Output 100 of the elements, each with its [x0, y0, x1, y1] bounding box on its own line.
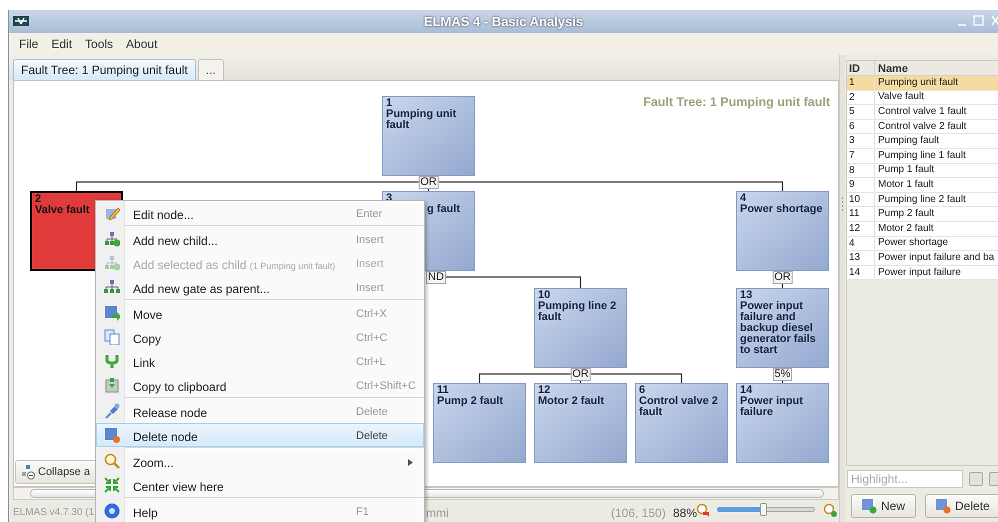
zoom-in-icon[interactable]: [823, 503, 838, 518]
menu-item[interactable]: Help F1: [96, 499, 424, 522]
table-row[interactable]: 10 Pumping line 2 fault: [847, 192, 998, 208]
shortcut-text: Delete: [356, 405, 388, 420]
tab[interactable]: ...: [198, 59, 224, 80]
table-cell: 5: [847, 105, 875, 119]
toggle-button[interactable]: [969, 472, 983, 486]
hierarchy-icon: [104, 279, 120, 295]
table-cell: 14: [847, 266, 875, 280]
menu-item[interactable]: Tools: [85, 35, 114, 53]
shortcut-text: Ctrl+C: [356, 331, 388, 346]
table-row[interactable]: 3 Pumping fault: [847, 134, 998, 149]
table-row[interactable]: 6 Control valve 2 fault: [847, 120, 998, 134]
zoom-slider[interactable]: [717, 503, 815, 519]
menu-item[interactable]: Move Ctrl+X: [96, 301, 424, 325]
menu-item[interactable]: About: [126, 35, 158, 53]
table-cell: 2: [847, 90, 875, 104]
link-icon: [104, 353, 120, 369]
column-header[interactable]: Name: [875, 61, 908, 75]
gate-label: ND: [426, 271, 446, 284]
menu-item[interactable]: Copy Ctrl+C: [96, 325, 424, 349]
collapse-icon: [22, 464, 35, 480]
tree-node[interactable]: 10 Pumping line 2 fault: [534, 288, 627, 368]
table-cell-text: Pumping fault: [877, 134, 940, 148]
pencil-icon: [104, 205, 120, 221]
tree-node[interactable]: 4 Power shortage: [736, 191, 829, 271]
table-cell-text: Power shortage: [877, 236, 948, 250]
table-row[interactable]: 4 Power shortage: [847, 236, 998, 252]
table-row[interactable]: 8 Pump 1 fault: [847, 164, 998, 178]
menu-item[interactable]: Copy to clipboard Ctrl+Shift+C: [96, 373, 424, 397]
table-cell: 6: [847, 120, 875, 134]
table-cell: 12: [847, 222, 875, 236]
table-row[interactable]: 14 Power input failure: [847, 266, 998, 280]
gate-label: OR: [570, 368, 591, 381]
tree-node[interactable]: 11 Pump 2 fault: [433, 383, 526, 463]
tree-node[interactable]: 1 Pumping unit fault: [382, 96, 475, 176]
gate-label: OR: [418, 176, 439, 189]
tree-node[interactable]: 13 Power input failure and backup diesel generator fails to start: [736, 288, 829, 368]
table-row[interactable]: 7 Pumping line 1 fault: [847, 148, 998, 164]
shortcut-text: Delete: [356, 429, 388, 444]
window-title: ELMAS 4 - Basic Analysis: [424, 14, 584, 29]
menu-item[interactable]: Zoom...: [96, 449, 424, 473]
table-cell-text: Power input failure and ba: [877, 250, 994, 265]
search-icon: [104, 453, 120, 469]
menu-item[interactable]: Release node Delete: [96, 399, 424, 423]
table-cell: 4: [847, 236, 875, 250]
table-cell-text: Pumping line 2 fault: [877, 192, 966, 207]
menu-item[interactable]: Delete node Delete: [96, 423, 424, 447]
table-cell-text: Pumping line 1 fault: [877, 148, 966, 163]
add-icon: [862, 498, 877, 514]
table-cell: 11: [847, 207, 875, 221]
zoom-percent: 88%: [673, 505, 698, 522]
table-row[interactable]: 11 Pump 2 fault: [847, 207, 998, 222]
table-row[interactable]: 9 Motor 1 fault: [847, 178, 998, 193]
tab[interactable]: Fault Tree: 1 Pumping unit fault: [13, 59, 196, 80]
table-cell: 8: [847, 164, 875, 178]
button[interactable]: Delete: [925, 494, 998, 518]
table-cell: 7: [847, 148, 875, 163]
table-row[interactable]: 2 Valve fault: [847, 90, 998, 106]
table-cell-text: Control valve 1 fault: [877, 104, 966, 119]
shortcut-text: Enter: [356, 207, 382, 222]
table-row[interactable]: 12 Motor 2 fault: [847, 222, 998, 237]
menu-item[interactable]: Add new gate as parent... Insert: [96, 275, 424, 299]
app-icon: [13, 16, 29, 26]
arrows-icon: [104, 477, 120, 493]
hierarchy-icon: [104, 231, 120, 247]
maximize-icon[interactable]: [973, 15, 984, 26]
table-cell-text: Valve fault: [877, 90, 924, 104]
table-cell-text: Motor 1 fault: [877, 178, 934, 192]
highlight-field[interactable]: Highlight...: [847, 470, 963, 488]
delete-icon: [936, 498, 952, 514]
splitter-handle[interactable]: [839, 55, 845, 522]
zoom-out-icon[interactable]: [696, 503, 711, 518]
menu-item[interactable]: Edit: [51, 35, 72, 53]
tree-node[interactable]: 12 Motor 2 fault: [534, 383, 627, 463]
shortcut-text: Insert: [356, 233, 384, 248]
table-row[interactable]: 5 Control valve 1 fault: [847, 105, 998, 120]
gate-label: 5%: [772, 368, 792, 381]
copy-icon: [104, 329, 120, 345]
user-text: mmi: [426, 505, 449, 522]
table-cell-text: Pump 1 fault: [877, 163, 934, 178]
table-cell-text: Power input failure: [877, 266, 961, 280]
menu-item[interactable]: File: [19, 35, 38, 53]
shortcut-text: F1: [356, 505, 369, 520]
submenu-arrow-icon: [408, 459, 413, 466]
gate-label: OR: [772, 271, 793, 284]
tree-node[interactable]: 14 Power input failure: [736, 383, 829, 463]
column-header[interactable]: ID: [847, 61, 875, 75]
menu-item[interactable]: Link Ctrl+L: [96, 349, 424, 373]
shortcut-text: Ctrl+Shift+C: [356, 379, 416, 394]
tree-node[interactable]: 6 Control valve 2 fault: [635, 383, 728, 463]
table-row[interactable]: 1 Pumping unit fault: [847, 76, 998, 91]
table-row[interactable]: 13 Power input failure and ba: [847, 251, 998, 266]
menu-item[interactable]: Center view here: [96, 473, 424, 497]
hierarchy-icon: [104, 255, 120, 271]
table-cell-text: Motor 2 fault: [877, 222, 934, 236]
shortcut-text: Insert: [356, 281, 384, 296]
button[interactable]: New: [851, 494, 916, 518]
table-cell: 9: [847, 178, 875, 192]
close-icon[interactable]: [991, 15, 998, 26]
